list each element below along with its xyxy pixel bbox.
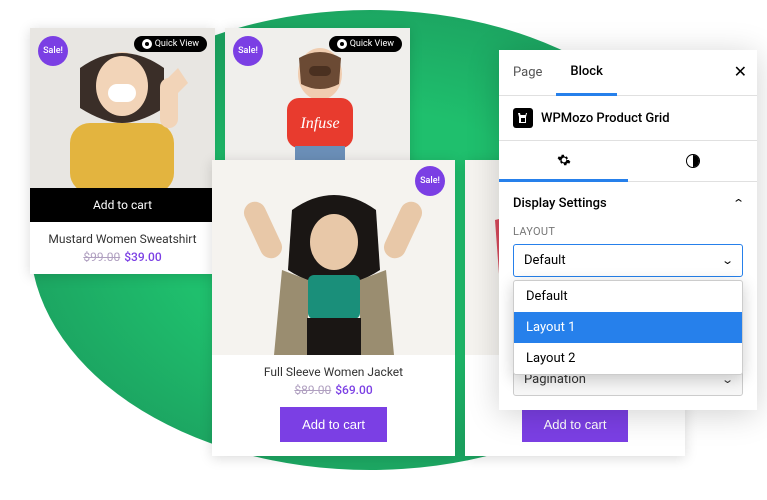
contrast-icon <box>686 154 700 168</box>
select-value: Default <box>524 253 566 268</box>
eye-icon <box>337 39 347 49</box>
tab-page[interactable]: Page <box>499 51 556 94</box>
sale-badge: Sale! <box>233 36 263 66</box>
layout-dropdown: Default Layout 1 Layout 2 <box>513 280 743 375</box>
subtab-styles[interactable] <box>628 141 757 181</box>
svg-text:Infuse: Infuse <box>299 115 339 132</box>
chevron-up-icon <box>734 197 743 210</box>
price-new: $69.00 <box>335 383 372 397</box>
sale-badge: Sale! <box>38 36 68 66</box>
add-to-cart-bar[interactable]: Add to cart <box>30 188 215 222</box>
add-to-cart-button[interactable]: Add to cart <box>280 407 387 442</box>
add-to-cart-button[interactable]: Add to cart <box>522 407 629 442</box>
eye-icon <box>142 39 152 49</box>
product-price: $99.00 $39.00 <box>30 250 215 274</box>
product-image: Sale! <box>212 160 455 355</box>
dropdown-option-layout2[interactable]: Layout 2 <box>514 343 742 374</box>
panel-tabs: Page Block ✕ <box>499 50 757 96</box>
tab-block[interactable]: Block <box>556 50 616 96</box>
block-settings-panel: Page Block ✕ WPMozo Product Grid Display… <box>499 50 757 410</box>
dropdown-option-default[interactable]: Default <box>514 281 742 312</box>
product-price: $89.00 $69.00 <box>212 383 455 407</box>
section-title: Display Settings <box>513 196 607 211</box>
price-old: $99.00 <box>83 250 120 264</box>
product-title: Mustard Women Sweatshirt <box>30 222 215 250</box>
panel-subtabs <box>499 141 757 182</box>
product-card[interactable]: Sale! Quick View Add to cart Mustard Wom… <box>30 28 215 274</box>
gear-icon <box>557 153 571 167</box>
section-display-settings[interactable]: Display Settings <box>499 182 757 225</box>
sale-badge: Sale! <box>415 166 445 196</box>
block-header: WPMozo Product Grid <box>499 96 757 141</box>
close-icon[interactable]: ✕ <box>734 62 747 81</box>
quick-view-button[interactable]: Quick View <box>134 36 207 52</box>
quick-view-button[interactable]: Quick View <box>329 36 402 52</box>
product-image: Sale! Quick View <box>30 28 215 188</box>
price-new: $39.00 <box>124 250 161 264</box>
block-icon <box>513 108 533 128</box>
block-title: WPMozo Product Grid <box>541 111 670 126</box>
layout-select[interactable]: Default <box>513 244 743 277</box>
chevron-down-icon <box>723 254 732 267</box>
product-card[interactable]: Sale! Full Sleeve Women Jacket $89.00 $69… <box>212 160 455 456</box>
product-title: Full Sleeve Women Jacket <box>212 355 455 383</box>
dropdown-option-layout1[interactable]: Layout 1 <box>514 312 742 343</box>
price-old: $89.00 <box>294 383 331 397</box>
subtab-settings[interactable] <box>499 141 628 182</box>
layout-label: LAYOUT <box>499 225 757 244</box>
